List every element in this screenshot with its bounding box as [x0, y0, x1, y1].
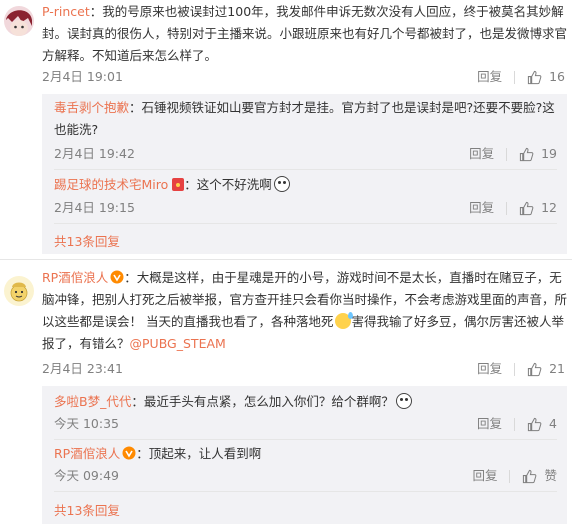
emoji-icon: [273, 176, 290, 192]
thumbs-up-icon: [527, 417, 542, 431]
comment-body: RP酒倌浪人 ：大概是这样，由于星魂是开的小号，游戏时间不是太长，直播时在赌豆子，…: [42, 267, 567, 355]
more-replies-link[interactable]: 共13条回复: [54, 231, 120, 250]
reply-username[interactable]: 多啦B梦_代代: [54, 394, 131, 409]
reply-meta: 今天 09:49 回复 赞: [54, 466, 557, 486]
reply-time: 今天 10:35: [54, 416, 119, 431]
reply-username[interactable]: RP酒倌浪人: [54, 446, 120, 461]
like-button[interactable]: 19: [519, 144, 557, 164]
comment-divider: [0, 259, 572, 260]
red-packet-icon: [172, 178, 185, 191]
thumbs-up-icon: [519, 201, 534, 215]
reply-meta: 2月4日 19:15 回复 12: [54, 198, 557, 218]
reply-divider: [54, 169, 557, 170]
like-button[interactable]: 4: [527, 414, 557, 434]
reply-divider: [54, 439, 557, 440]
mention-link[interactable]: @PUBG_STEAM: [130, 336, 226, 351]
thumbs-up-icon: [527, 70, 542, 84]
like-button[interactable]: 16: [527, 67, 565, 87]
like-button[interactable]: 21: [527, 359, 565, 379]
reply-body: RP酒倌浪人 ：顶起来，让人看到啊: [54, 443, 559, 465]
sweat-emoji-icon: [335, 312, 354, 329]
comment-time: 2月4日 23:41: [42, 361, 123, 376]
reply-list: 多啦B梦_代代：最近手头有点紧，怎么加入你们？给个群啊？ 今天 10:35 回复…: [42, 386, 567, 524]
action-divider: [514, 70, 516, 84]
reply-time: 2月4日 19:15: [54, 200, 135, 215]
comment-text: ：我的号原来也被误封过100年，我发邮件申诉无数次没有人回应，终于被莫名其妙解封…: [42, 4, 568, 63]
reply-text: ：这个不好洗啊: [184, 177, 272, 192]
like-button[interactable]: 12: [519, 198, 557, 218]
avatar-image: [4, 6, 34, 36]
like-count: 4: [549, 416, 557, 431]
reply-divider: [54, 491, 557, 492]
action-divider: [506, 201, 508, 215]
more-replies-link[interactable]: 共13条回复: [54, 500, 120, 519]
reply-button[interactable]: 回复: [469, 144, 494, 164]
avatar-p-rincet[interactable]: [4, 6, 34, 36]
like-count: 21: [549, 361, 565, 376]
thumbs-up-icon: [523, 469, 537, 483]
reply-divider: [54, 223, 557, 224]
comment-username[interactable]: RP酒倌浪人: [42, 270, 108, 285]
reply-text: ：石锤视频铁证如山要官方封才是挂。官方封了也是误封是吧?还要不要脸?这也能洗?: [54, 100, 555, 137]
reply-button[interactable]: 回复: [472, 466, 497, 486]
reply-button[interactable]: 回复: [477, 67, 502, 87]
action-divider: [506, 147, 508, 161]
comment-username[interactable]: P-rincet: [42, 4, 90, 19]
like-count: 19: [541, 146, 557, 161]
reply-time: 2月4日 19:42: [54, 146, 135, 161]
reply-body: 毒舌剥个抱歉：石锤视频铁证如山要官方封才是挂。官方封了也是误封是吧?还要不要脸?…: [54, 97, 559, 141]
avatar-rp-jiuguan[interactable]: [4, 276, 34, 306]
thumbs-up-icon: [519, 147, 534, 161]
reply-button[interactable]: 回复: [477, 414, 502, 434]
reply-button[interactable]: 回复: [469, 198, 494, 218]
reply-list: 毒舌剥个抱歉：石锤视频铁证如山要官方封才是挂。官方封了也是误封是吧?还要不要脸?…: [42, 94, 567, 254]
reply-body: 多啦B梦_代代：最近手头有点紧，怎么加入你们？给个群啊？: [54, 391, 559, 413]
reply-time: 今天 09:49: [54, 468, 119, 483]
avatar-image: [4, 276, 34, 306]
thumbs-up-icon: [527, 362, 542, 376]
comment-body: P-rincet：我的号原来也被误封过100年，我发邮件申诉无数次没有人回应，终…: [42, 1, 567, 67]
reply-button[interactable]: 回复: [477, 359, 502, 379]
emoji-icon: [395, 393, 412, 409]
reply-username[interactable]: 踢足球的技术宅Miro: [54, 177, 168, 192]
action-divider: [514, 362, 516, 376]
reply-text: ：顶起来，让人看到啊: [136, 446, 262, 461]
reply-text: ：最近手头有点紧，怎么加入你们？给个群啊？: [131, 394, 394, 409]
vip-badge-icon: [122, 446, 136, 460]
reply-meta: 2月4日 19:42 回复 19: [54, 144, 557, 164]
comment-time: 2月4日 19:01: [42, 69, 123, 84]
reply-username[interactable]: 毒舌剥个抱歉: [54, 100, 129, 115]
like-count: 12: [541, 200, 557, 215]
like-count: 16: [549, 69, 565, 84]
comment-meta: 2月4日 23:41 回复 21: [42, 359, 567, 379]
comment-meta: 2月4日 19:01 回复 16: [42, 67, 567, 87]
action-divider: [509, 469, 511, 483]
vip-badge-icon: [110, 270, 124, 284]
reply-body: 踢足球的技术宅Miro ：这个不好洗啊: [54, 174, 559, 196]
action-divider: [514, 417, 516, 431]
like-button[interactable]: 赞: [522, 466, 557, 486]
reply-meta: 今天 10:35 回复 4: [54, 414, 557, 434]
like-count: 赞: [544, 468, 557, 483]
